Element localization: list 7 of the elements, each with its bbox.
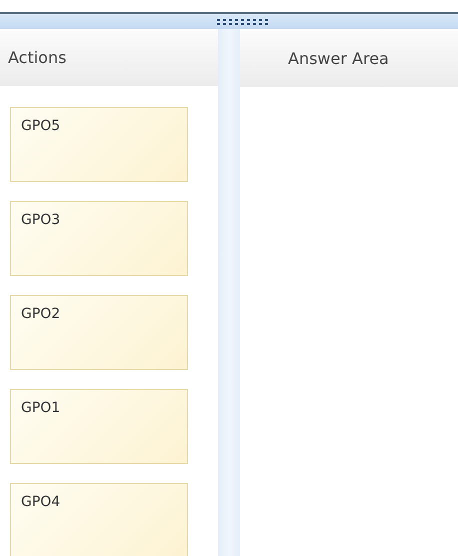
action-item[interactable]: GPO2 (10, 295, 188, 370)
action-item[interactable]: GPO1 (10, 389, 188, 464)
panel-title: Answer Area (288, 48, 389, 68)
panel-title: Actions (8, 48, 66, 67)
action-item[interactable]: GPO3 (10, 201, 188, 276)
action-item[interactable]: GPO4 (10, 483, 188, 556)
action-item[interactable]: GPO5 (10, 107, 188, 182)
